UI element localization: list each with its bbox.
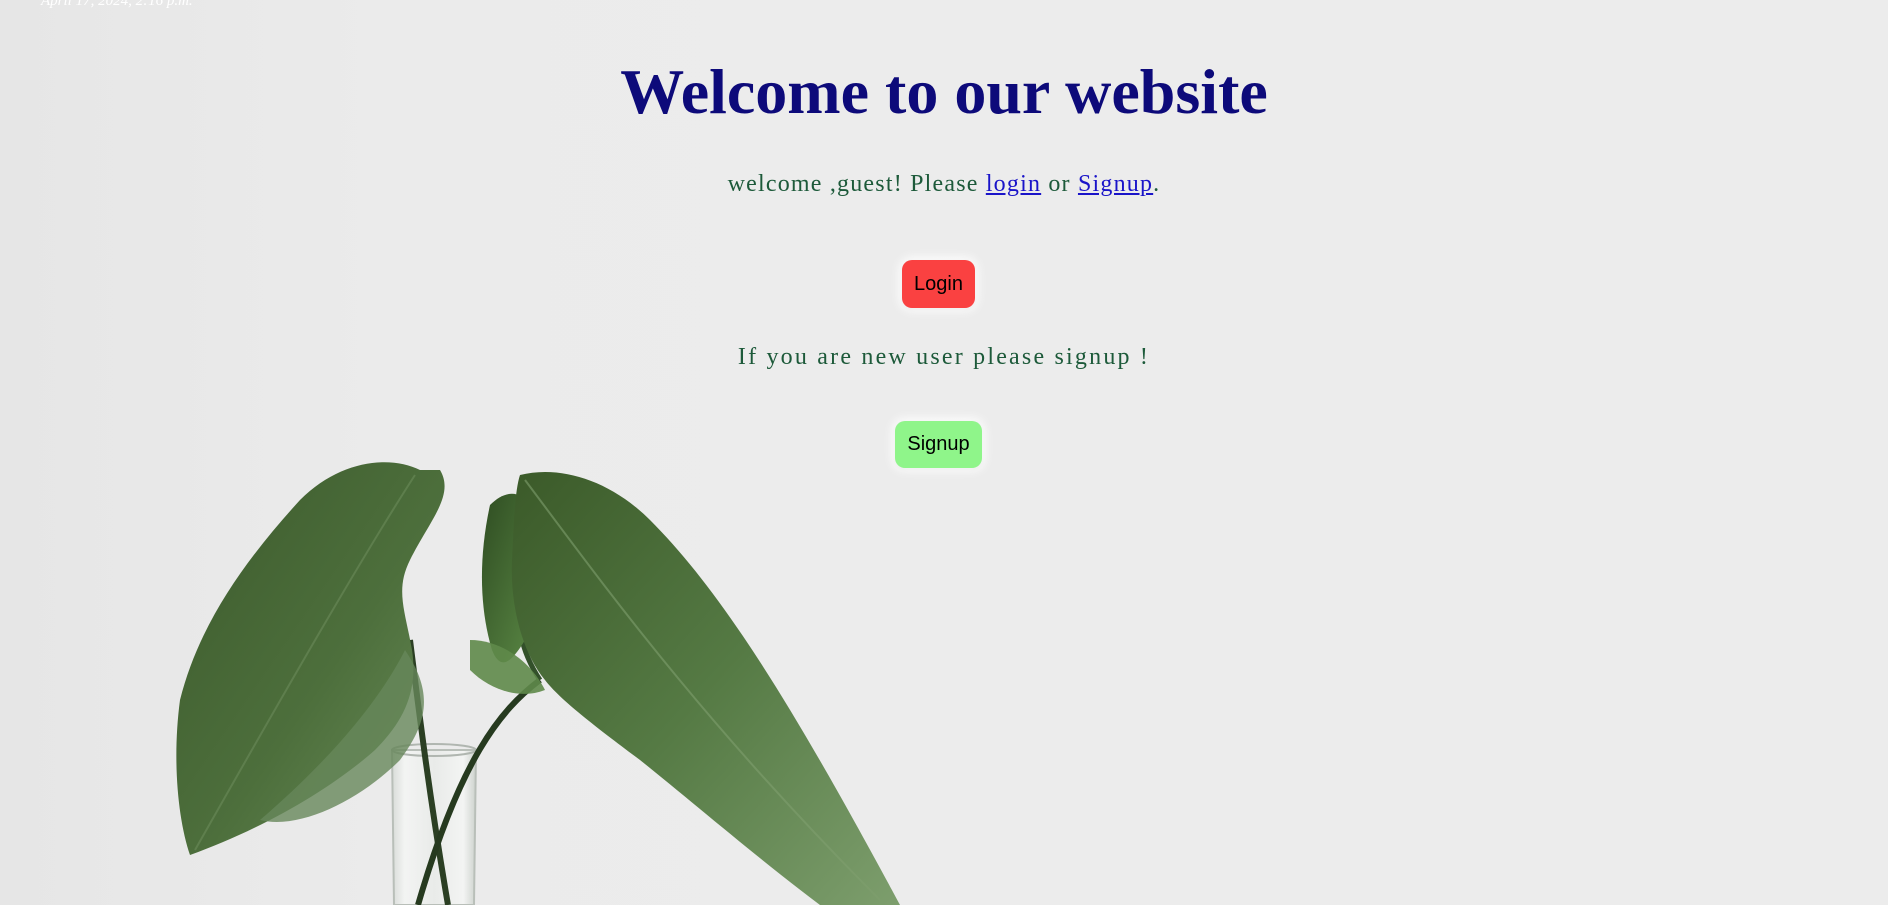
welcome-suffix: . xyxy=(1153,171,1161,197)
new-user-message: If you are new user please signup ! xyxy=(737,344,1151,370)
signup-link[interactable]: Signup xyxy=(1078,171,1153,197)
login-button[interactable]: Login xyxy=(902,260,975,308)
timestamp: April 17, 2024, 2:16 p.m. xyxy=(41,0,193,9)
welcome-message: welcome ,guest! Please login or Signup. xyxy=(0,167,1888,201)
welcome-prefix: welcome ,guest! Please xyxy=(727,171,986,197)
welcome-middle: or xyxy=(1041,171,1078,197)
page-title: Welcome to our website xyxy=(620,56,1268,127)
login-link[interactable]: login xyxy=(986,171,1041,197)
signup-button[interactable]: Signup xyxy=(895,421,982,468)
